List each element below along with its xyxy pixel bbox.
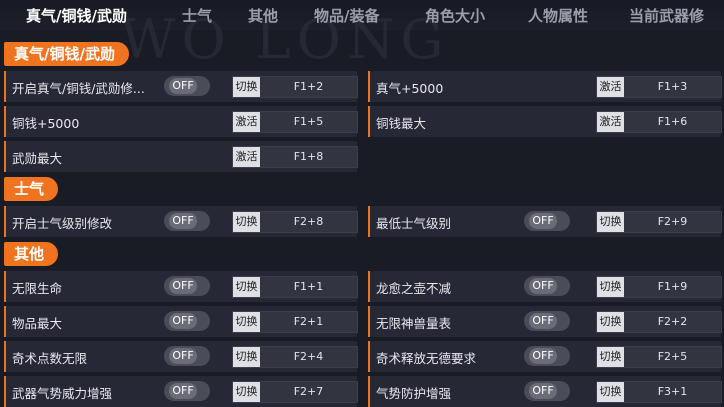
row-infinite-health: 无限生命 OFF 切换 F1+1 bbox=[4, 271, 358, 302]
toggle-switch[interactable]: OFF bbox=[524, 276, 570, 296]
hotkey-box[interactable]: 激活 F1+6 bbox=[596, 111, 722, 133]
hotkey-box[interactable]: 激活 F1+8 bbox=[232, 146, 358, 168]
row-label: 物品最大 bbox=[12, 316, 63, 331]
hotkey-box[interactable]: 切换 F1+1 bbox=[232, 276, 358, 298]
row-label: 龙愈之壶不减 bbox=[376, 281, 452, 296]
row-enable-qi-coins-merit: 开启真气/铜钱/武勋修... OFF 切换 F1+2 bbox=[4, 71, 358, 102]
row-weapon-spirit-power: 武器气势威力增强 OFF 切换 F2+7 bbox=[4, 376, 358, 407]
row-coins-max: 铜钱最大 激活 F1+6 bbox=[368, 106, 722, 137]
row-label: 无限生命 bbox=[12, 281, 63, 296]
hotkey-box[interactable]: 切换 F2+8 bbox=[232, 211, 358, 233]
row-qi-5000: 真气+5000 激活 F1+3 bbox=[368, 71, 722, 102]
hotkey-box[interactable]: 切换 F2+1 bbox=[232, 311, 358, 333]
tab-morale[interactable]: 士气 bbox=[182, 5, 212, 26]
toggle-switch[interactable]: OFF bbox=[524, 211, 570, 231]
row-dragon-cure-pot: 龙愈之壶不减 OFF 切换 F1+9 bbox=[368, 271, 722, 302]
section-header-other: 其他 bbox=[4, 242, 59, 266]
row-label: 奇术释放无德要求 bbox=[376, 351, 477, 366]
toggle-switch[interactable]: OFF bbox=[164, 211, 210, 231]
tab-qi-coins-merit[interactable]: 真气/铜钱/武勋 bbox=[26, 5, 127, 26]
tab-items-equipment[interactable]: 物品/装备 bbox=[314, 5, 379, 26]
row-min-morale-level: 最低士气级别 OFF 切换 F2+9 bbox=[368, 206, 722, 237]
hotkey-box[interactable]: 激活 F1+3 bbox=[596, 76, 722, 98]
row-label: 奇术点数无限 bbox=[12, 351, 88, 366]
hotkey-box[interactable]: 激活 F1+5 bbox=[232, 111, 358, 133]
row-infinite-wizardry-points: 奇术点数无限 OFF 切换 F2+4 bbox=[4, 341, 358, 372]
tab-current-weapon[interactable]: 当前武器修 bbox=[629, 5, 704, 26]
row-label: 气势防护增强 bbox=[376, 386, 452, 401]
row-label: 真气+5000 bbox=[376, 81, 444, 96]
row-label: 武勋最大 bbox=[12, 151, 63, 166]
section-header-morale: 士气 bbox=[4, 177, 59, 201]
row-label: 铜钱最大 bbox=[376, 116, 427, 131]
tab-character-attributes[interactable]: 人物属性 bbox=[528, 5, 588, 26]
tab-character-size[interactable]: 角色大小 bbox=[425, 5, 485, 26]
row-label: 无限神兽量表 bbox=[376, 316, 452, 331]
hotkey-box[interactable]: 切换 F2+4 bbox=[232, 346, 358, 368]
row-items-max: 物品最大 OFF 切换 F2+1 bbox=[4, 306, 358, 337]
row-label: 最低士气级别 bbox=[376, 216, 452, 231]
toggle-switch[interactable]: OFF bbox=[164, 311, 210, 331]
toggle-switch[interactable]: OFF bbox=[524, 311, 570, 331]
toggle-switch[interactable]: OFF bbox=[524, 381, 570, 401]
toggle-switch[interactable]: OFF bbox=[164, 346, 210, 366]
row-label: 开启士气级别修改 bbox=[12, 216, 113, 231]
hotkey-box[interactable]: 切换 F1+9 bbox=[596, 276, 722, 298]
row-spirit-defense: 气势防护增强 OFF 切换 F3+1 bbox=[368, 376, 722, 407]
row-infinite-divine-beast-gauge: 无限神兽量表 OFF 切换 F2+2 bbox=[368, 306, 722, 337]
row-merit-max: 武勋最大 激活 F1+8 bbox=[4, 141, 358, 172]
row-wizardry-no-virtue-requirement: 奇术释放无德要求 OFF 切换 F2+5 bbox=[368, 341, 722, 372]
toggle-switch[interactable]: OFF bbox=[164, 381, 210, 401]
row-label: 开启真气/铜钱/武勋修... bbox=[12, 81, 145, 96]
row-enable-morale-level: 开启士气级别修改 OFF 切换 F2+8 bbox=[4, 206, 358, 237]
hotkey-box[interactable]: 切换 F1+2 bbox=[232, 76, 358, 98]
toggle-switch[interactable]: OFF bbox=[164, 76, 210, 96]
toggle-switch[interactable]: OFF bbox=[524, 346, 570, 366]
hotkey-box[interactable]: 切换 F3+1 bbox=[596, 381, 722, 403]
hotkey-box[interactable]: 切换 F2+9 bbox=[596, 211, 722, 233]
hotkey-box[interactable]: 切换 F2+2 bbox=[596, 311, 722, 333]
section-header-qi-coins-merit: 真气/铜钱/武勋 bbox=[4, 42, 129, 66]
hotkey-box[interactable]: 切换 F2+5 bbox=[596, 346, 722, 368]
row-label: 铜钱+5000 bbox=[12, 116, 80, 131]
row-coins-5000: 铜钱+5000 激活 F1+5 bbox=[4, 106, 358, 137]
tab-other[interactable]: 其他 bbox=[248, 5, 278, 26]
row-label: 武器气势威力增强 bbox=[12, 386, 113, 401]
toggle-switch[interactable]: OFF bbox=[164, 276, 210, 296]
hotkey-box[interactable]: 切换 F2+7 bbox=[232, 381, 358, 403]
